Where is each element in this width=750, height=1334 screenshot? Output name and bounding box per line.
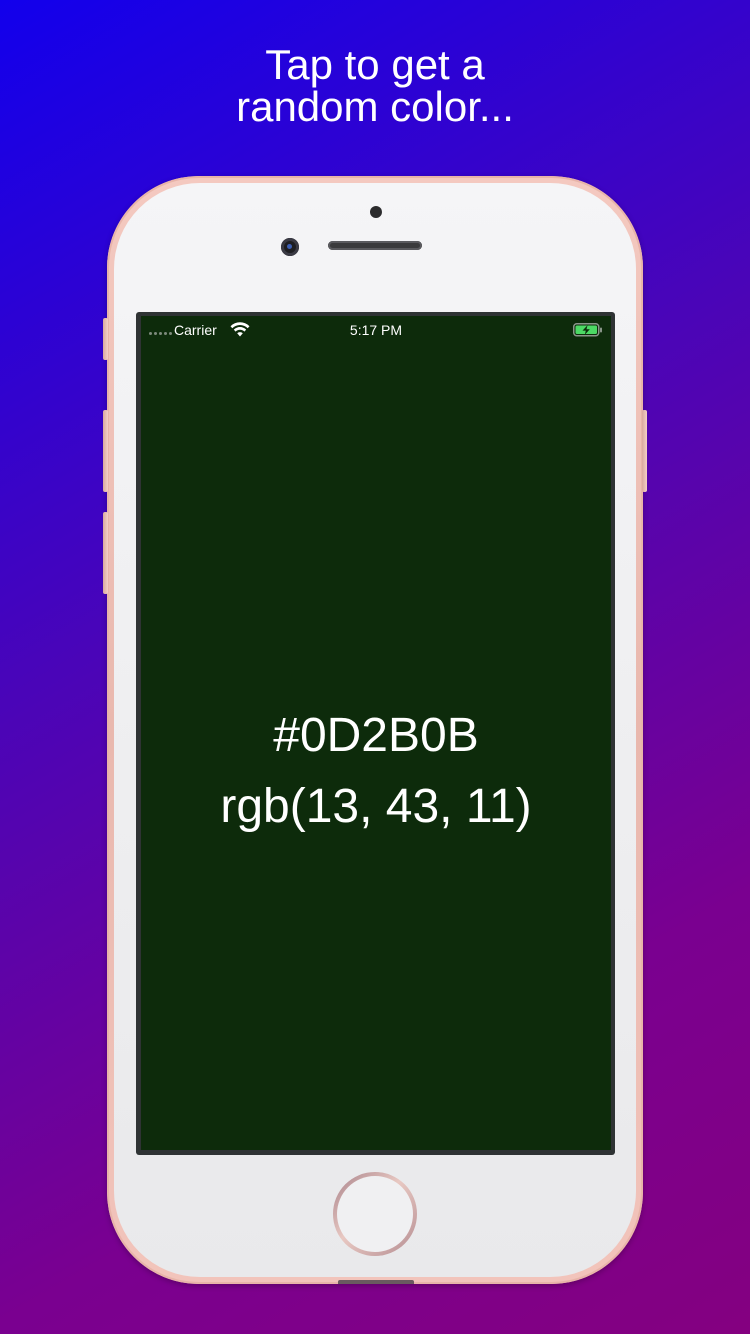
- battery-charging-icon: [573, 323, 602, 337]
- headline: Tap to get a random color...: [0, 44, 750, 128]
- home-button[interactable]: [333, 1172, 417, 1256]
- lightning-port: [338, 1280, 414, 1284]
- headline-line-1: Tap to get a: [265, 41, 485, 88]
- volume-up-button: [103, 410, 108, 492]
- rgb-color-value: rgb(13, 43, 11): [220, 780, 532, 833]
- status-bar: Carrier 5:17 PM: [141, 316, 611, 344]
- headline-line-2: random color...: [236, 83, 514, 130]
- mute-switch: [103, 318, 108, 360]
- earpiece-speaker: [328, 241, 422, 250]
- front-camera-icon: [281, 238, 299, 256]
- hex-color-value: #0D2B0B: [273, 709, 479, 762]
- proximity-sensor: [370, 206, 382, 218]
- volume-down-button: [103, 512, 108, 594]
- status-time: 5:17 PM: [349, 322, 403, 338]
- power-button: [642, 410, 647, 492]
- color-screen[interactable]: Carrier 5:17 PM #0D2B0B rgb(13, 43, 11): [141, 316, 611, 1150]
